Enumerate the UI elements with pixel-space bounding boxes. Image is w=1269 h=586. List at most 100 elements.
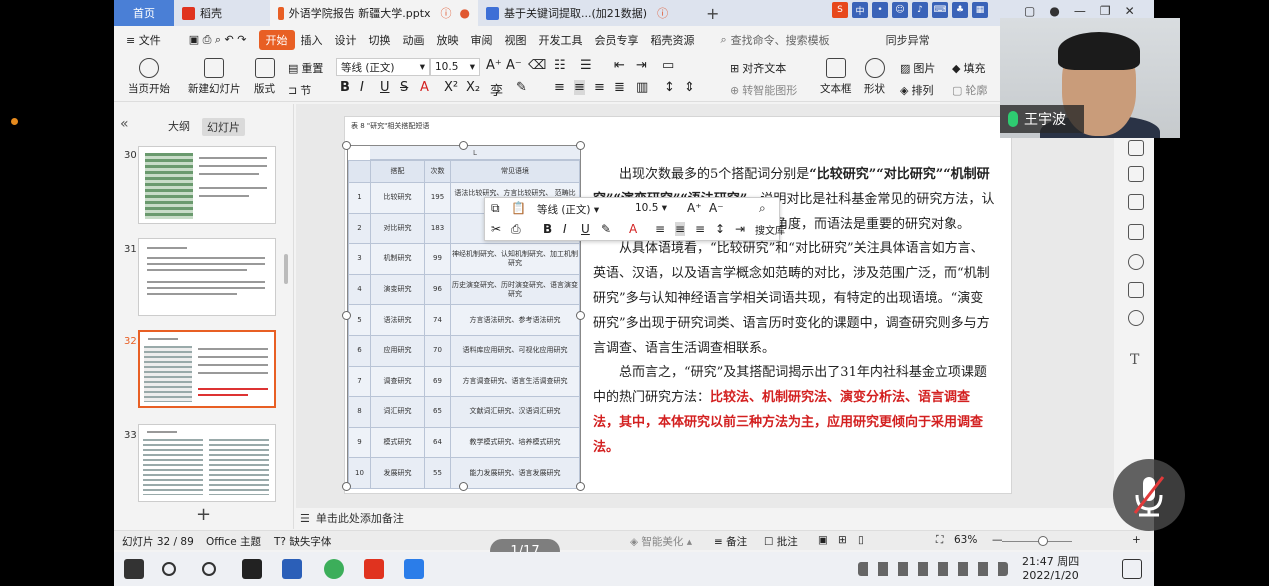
normal-view-icon[interactable]: ▣ (818, 534, 828, 546)
table-cell[interactable]: 99 (424, 243, 451, 275)
image-pane-icon[interactable] (1128, 282, 1144, 298)
clear-format-icon[interactable]: ⌫ (528, 58, 546, 73)
font-shrink-icon[interactable]: A⁻ (506, 58, 522, 73)
location-icon[interactable] (1128, 310, 1144, 326)
tab-slides[interactable]: 幻灯片 (202, 118, 245, 136)
table-cell[interactable]: 7 (348, 365, 371, 398)
table-cell[interactable]: 4 (348, 273, 371, 306)
reading-view-icon[interactable]: ▯ (858, 534, 864, 546)
page-count-icon[interactable]: ▢ (1024, 4, 1035, 18)
shape-button[interactable]: 形状 (864, 58, 885, 96)
menu-member[interactable]: 会员专享 (589, 32, 645, 48)
panel-scrollbar[interactable] (284, 254, 288, 284)
close-icon[interactable]: ✕ (1125, 4, 1135, 18)
font-shrink-icon[interactable]: A⁻ (709, 201, 724, 215)
resize-handle-l[interactable] (342, 311, 351, 320)
comments-toggle[interactable]: ☐ 批注 (764, 534, 798, 549)
indent-increase-icon[interactable]: ⇥ (636, 58, 647, 73)
keyboard-icon[interactable]: ⌨ (932, 2, 948, 18)
table-cell[interactable]: 9 (348, 426, 371, 459)
word-icon[interactable] (282, 559, 302, 579)
table-cell[interactable]: 5 (348, 304, 371, 336)
copy-pane-icon[interactable] (1128, 224, 1144, 240)
resize-handle-b[interactable] (459, 482, 468, 491)
layout-button[interactable]: 版式 (254, 58, 275, 96)
reset-button[interactable]: ▤ 重置 (288, 60, 323, 76)
table-cell[interactable]: 教学模式研究、培养模式研究 (450, 426, 580, 459)
pen-icon[interactable] (1128, 140, 1144, 156)
text-direction-icon[interactable]: ▭ (662, 58, 674, 73)
add-tab-button[interactable]: + (706, 4, 719, 23)
underline-icon[interactable]: U (581, 222, 590, 236)
zoom-in-button[interactable]: + (1132, 534, 1141, 546)
slide-thumbnail-30[interactable] (138, 146, 276, 224)
tray-icons[interactable] (858, 562, 1008, 576)
fill-button[interactable]: ◆ 填充 (952, 60, 985, 76)
paste-icon[interactable]: 📋 (511, 201, 526, 215)
table-cell[interactable]: 演变研究 (370, 273, 425, 306)
copy-icon[interactable]: ⧉ (491, 201, 500, 216)
slide-thumbnail-33[interactable] (138, 424, 276, 502)
restore-icon[interactable]: ❐ (1100, 4, 1111, 18)
punctuation-icon[interactable]: • (872, 2, 888, 18)
tab-docer[interactable]: 稻壳 (174, 0, 270, 26)
table-cell[interactable]: 8 (348, 396, 371, 428)
resize-handle-bl[interactable] (342, 482, 351, 491)
slide-thumbnail-32[interactable] (138, 330, 276, 408)
meeting-icon[interactable] (404, 559, 424, 579)
align-left-icon[interactable]: ≡ (655, 222, 665, 236)
align-text-button[interactable]: ⊞ 对齐文本 (730, 60, 786, 76)
font-color-icon[interactable]: A (629, 222, 637, 236)
align-center-icon[interactable]: ≡ (675, 222, 686, 236)
line-spacing-icon[interactable]: ↕ (664, 80, 675, 95)
table-cell[interactable]: 70 (424, 334, 451, 367)
help-icon[interactable] (1128, 254, 1144, 270)
table-cell[interactable]: 10 (348, 457, 371, 489)
align-left-icon[interactable]: ≡ (554, 80, 565, 95)
indent-decrease-icon[interactable]: ⇤ (614, 58, 625, 73)
tab-outline[interactable]: 大纲 (168, 118, 190, 134)
resize-handle-tl[interactable] (342, 141, 351, 150)
resize-handle-br[interactable] (576, 482, 585, 491)
font-size-select[interactable]: 10.5 ▾ (430, 58, 480, 76)
tab-pptx[interactable]: 外语学院报告 新疆大学.pptx ⓘ ● (270, 0, 478, 26)
font-grow-icon[interactable]: A⁺ (687, 201, 702, 215)
bold-icon[interactable]: B (340, 80, 350, 95)
file-menu[interactable]: ≡ 文件 (120, 32, 167, 48)
windows-start-icon[interactable] (124, 559, 144, 579)
skin-icon[interactable]: ♣ (952, 2, 968, 18)
menu-icons[interactable]: ▣ ⎙ ⌕ ↶ ↷ (183, 33, 253, 47)
fit-window-icon[interactable]: ⛶ (936, 534, 943, 547)
font-color-icon[interactable]: A (420, 80, 429, 95)
theme-name[interactable]: Office 主题 (206, 534, 261, 549)
resize-handle-t[interactable] (459, 141, 468, 150)
bullets-icon[interactable]: ☷ (554, 58, 566, 73)
minimize-icon[interactable]: — (1074, 4, 1086, 18)
italic-icon[interactable]: I (563, 222, 567, 236)
italic-icon[interactable]: I (360, 80, 364, 95)
table-cell[interactable]: 能力发展研究、语言发展研究 (450, 457, 580, 489)
table-cell[interactable]: 语料库应用研究、可视化应用研究 (450, 334, 580, 367)
table-cell[interactable]: 神经机制研究、认知机制研究、加工机制研究 (450, 243, 580, 275)
terminal-icon[interactable] (242, 559, 262, 579)
char-effect-icon[interactable]: 孪 (490, 80, 503, 99)
sync-status[interactable]: 同步异常 (886, 32, 930, 48)
table-cell[interactable]: 语法研究 (370, 304, 425, 336)
table-cell[interactable]: 发展研究 (370, 457, 425, 489)
numbering-icon[interactable]: ☰ (580, 58, 592, 73)
table-cell[interactable]: 模式研究 (370, 426, 425, 459)
clock[interactable]: 21:47 周四 2022/1/20 (1022, 555, 1079, 583)
font-family-select[interactable]: 等线 (正文) ▾ (336, 58, 430, 76)
slide-32[interactable]: 表 8 "研究"相关搭配短语 L 搭配 次数 常见语境 1 比较研究 195 语法比较… (342, 116, 1012, 494)
indent-icon[interactable]: ⇥ (735, 222, 745, 236)
wps-icon[interactable] (364, 559, 384, 579)
menu-slideshow[interactable]: 放映 (431, 32, 465, 48)
justify-icon[interactable]: ≣ (614, 80, 625, 95)
voice-icon[interactable]: ♪ (912, 2, 928, 18)
table-cell[interactable]: 机制研究 (370, 243, 425, 275)
zoom-out-button[interactable]: — (992, 534, 1003, 546)
tab-docx[interactable]: 基于关键词提取...(加21数据) ⓘ (478, 0, 688, 26)
emoji-icon[interactable]: ☺ (892, 2, 908, 18)
cut-icon[interactable]: ✂ (491, 222, 501, 236)
line-spacing-icon[interactable]: ↕ (715, 222, 725, 236)
